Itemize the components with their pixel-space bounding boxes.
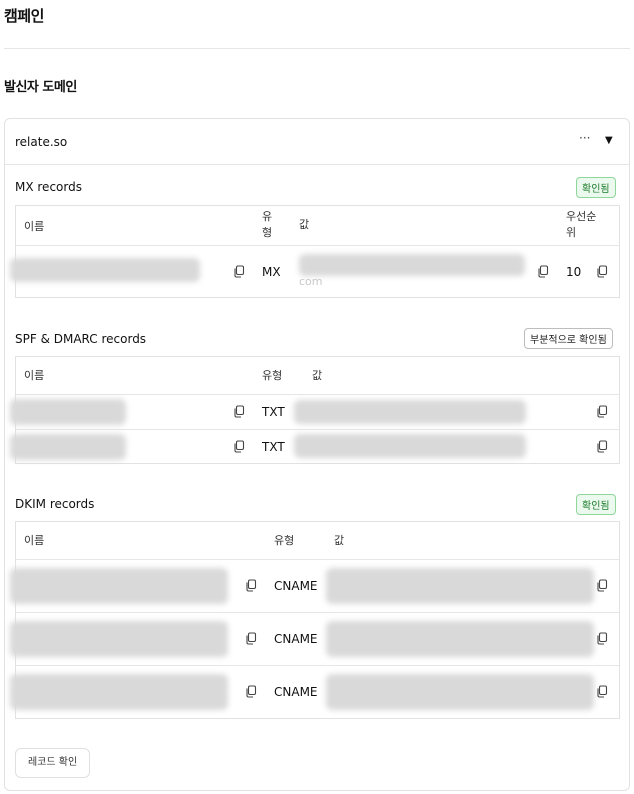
spf-header-value: 값 xyxy=(312,369,323,382)
copy-icon[interactable] xyxy=(245,579,257,592)
dkim-record-row: CNAME xyxy=(10,613,619,666)
redacted-value xyxy=(326,674,594,710)
section-title-sender-domain: 발신자 도메인 xyxy=(4,80,77,95)
spf-record-row: TXT xyxy=(10,430,619,464)
dkim-header-value: 값 xyxy=(334,534,345,547)
dkim-header-name: 이름 xyxy=(24,534,45,547)
mx-type: MX xyxy=(262,265,281,279)
redacted-name xyxy=(10,434,126,460)
domain-card: relate.so ··· ▼ MX records 확인됨 이름 유 형 값 … xyxy=(4,118,630,791)
dkim-record-row: CNAME xyxy=(10,666,619,719)
dkim-type: CNAME xyxy=(274,685,318,699)
spf-table-header: 이름 유형 값 xyxy=(16,357,619,395)
spf-status-badge: 부분적으로 확인됨 xyxy=(524,328,613,349)
dkim-records-table: 이름 유형 값 CNAME CNAME CNAME xyxy=(10,521,620,719)
more-icon[interactable]: ··· xyxy=(579,131,590,145)
mx-header-priority-line2: 위 xyxy=(566,226,577,239)
mx-records-table: 이름 유 형 값 우선순 위 MX com 10 xyxy=(10,205,620,298)
redacted-name xyxy=(10,258,200,282)
verify-records-button[interactable]: 레코드 확인 xyxy=(15,748,91,778)
copy-icon[interactable] xyxy=(233,265,245,278)
mx-value-tail: com xyxy=(299,275,323,288)
copy-icon[interactable] xyxy=(596,632,608,645)
spf-records-table: 이름 유형 값 TXT TXT xyxy=(10,356,620,464)
dkim-type: CNAME xyxy=(274,579,318,593)
dkim-status-badge: 확인됨 xyxy=(576,494,616,515)
copy-icon[interactable] xyxy=(596,579,608,592)
mx-records-title: MX records xyxy=(15,180,82,194)
redacted-name xyxy=(10,568,228,604)
copy-icon[interactable] xyxy=(233,405,245,418)
dkim-header-type: 유형 xyxy=(274,534,295,547)
copy-icon[interactable] xyxy=(233,440,245,453)
redacted-value xyxy=(299,254,525,276)
mx-header-priority-line1: 우선순 xyxy=(566,210,597,223)
caret-down-icon[interactable]: ▼ xyxy=(605,135,613,146)
dkim-type: CNAME xyxy=(274,632,318,646)
mx-header-name: 이름 xyxy=(24,220,45,233)
dkim-records-title: DKIM records xyxy=(15,497,95,511)
mx-header-value: 값 xyxy=(299,218,310,231)
redacted-value xyxy=(294,434,526,458)
mx-table-header: 이름 유 형 값 우선순 위 xyxy=(16,206,619,246)
redacted-name xyxy=(10,399,126,425)
spf-type: TXT xyxy=(262,440,285,454)
mx-header-type-line1: 유 xyxy=(262,210,273,223)
spf-header-name: 이름 xyxy=(24,369,45,382)
redacted-name xyxy=(10,621,228,657)
domain-header[interactable]: relate.so ··· ▼ xyxy=(5,119,629,165)
mx-priority: 10 xyxy=(566,265,582,279)
copy-icon[interactable] xyxy=(245,685,257,698)
redacted-value xyxy=(294,400,526,424)
spf-records-title: SPF & DMARC records xyxy=(15,332,147,346)
copy-icon[interactable] xyxy=(596,265,608,278)
mx-header-type-line2: 형 xyxy=(262,226,273,239)
copy-icon[interactable] xyxy=(245,632,257,645)
header-divider xyxy=(4,48,630,49)
dkim-table-header: 이름 유형 값 xyxy=(16,522,619,560)
copy-icon[interactable] xyxy=(537,265,549,278)
redacted-name xyxy=(10,674,228,710)
dkim-record-row: CNAME xyxy=(10,560,619,613)
copy-icon[interactable] xyxy=(596,685,608,698)
spf-header-type: 유형 xyxy=(262,369,283,382)
redacted-value xyxy=(326,568,594,604)
domain-name: relate.so xyxy=(15,135,68,149)
mx-status-badge: 확인됨 xyxy=(576,177,616,198)
page-title: 캠페인 xyxy=(4,7,44,25)
copy-icon[interactable] xyxy=(596,440,608,453)
spf-record-row: TXT xyxy=(10,395,619,430)
redacted-value xyxy=(326,621,594,657)
spf-type: TXT xyxy=(262,405,285,419)
copy-icon[interactable] xyxy=(596,405,608,418)
mx-record-row: MX com 10 xyxy=(10,246,619,298)
